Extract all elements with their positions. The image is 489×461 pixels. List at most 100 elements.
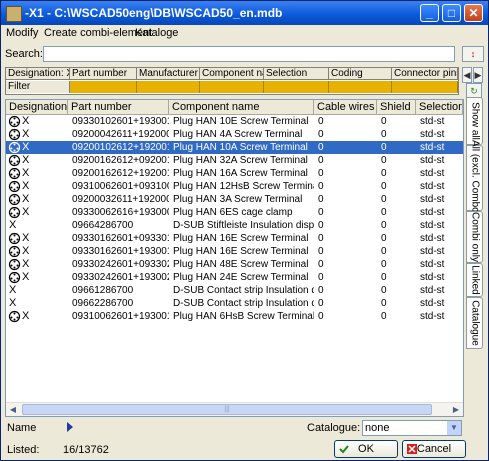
cell-designation: X	[8, 128, 66, 141]
table-row[interactable]: X 09662286700 D-SUB Contact strip Insulati…	[6, 297, 463, 310]
title-bar[interactable]: -X1 - C:\WSCAD50eng\DB\WSCAD50_en.mdb _ …	[1, 1, 488, 25]
cell-cable-wires: 0	[318, 194, 324, 205]
table-row[interactable]: X 09200162612+19200161 Plug HAN 16A Screw …	[6, 167, 463, 180]
tab-catalogue[interactable]: Catalogue	[466, 297, 483, 349]
table-row[interactable]: X 09664286700 D-SUB Stiftleiste Insulation…	[6, 219, 463, 232]
scroll-right-icon[interactable]: ▶	[449, 403, 463, 416]
filter-right-arrow-icon[interactable]: ▶	[473, 67, 483, 83]
cell-cable-wires: 0	[318, 181, 324, 192]
cell-component-name: Plug HAN 48E Screw Terminal	[173, 259, 309, 270]
filter-col-part-number[interactable]: Part number	[70, 68, 137, 80]
cell-shield: 0	[381, 129, 387, 140]
col-selection[interactable]: Selection	[416, 100, 463, 115]
table-row[interactable]: X 09330242601+19300241 Plug HAN 24E Screw …	[6, 271, 463, 284]
sort-icon[interactable]: ↕	[462, 46, 484, 62]
filter-left-arrow-icon[interactable]: ◀	[462, 67, 472, 83]
filter-col-coding[interactable]: Coding	[329, 68, 392, 80]
catalogue-select[interactable]: none ▼	[362, 420, 462, 436]
plug-icon	[8, 245, 21, 258]
table-row[interactable]: X 09200162612+09200162 Plug HAN 32A Screw …	[6, 154, 463, 167]
table-row[interactable]: X 09330242601+09330242 Plug HAN 48E Screw …	[6, 258, 463, 271]
tab-linked-label: Linked	[469, 265, 481, 295]
minimize-button[interactable]: _	[420, 4, 439, 22]
plug-icon	[8, 141, 21, 154]
cell-cable-wires: 0	[318, 207, 324, 218]
table-row[interactable]: X 09330162601+19300161 Plug HAN 16E Screw …	[6, 245, 463, 258]
cell-shield: 0	[381, 142, 387, 153]
chevron-down-icon[interactable]: ▼	[447, 421, 461, 435]
col-cable-wires[interactable]: Cable wires	[314, 100, 377, 115]
cell-component-name: Plug HAN 10E Screw Terminal	[173, 116, 309, 127]
col-shield[interactable]: Shield	[377, 100, 416, 115]
filter-cell-part-number[interactable]	[70, 81, 137, 93]
close-button[interactable]: ✕	[464, 4, 483, 22]
table-row[interactable]: X 09330162601+09330162 Plug HAN 16E Screw …	[6, 232, 463, 245]
table-row[interactable]: X 09200102612+19200101 Plug HAN 10A Screw …	[6, 141, 463, 154]
search-row: Search: ↕	[1, 45, 488, 65]
filter-cell-manufacturer[interactable]	[137, 81, 200, 93]
table-row[interactable]: X 09330102601+19300101 Plug HAN 10E Screw …	[6, 115, 463, 128]
table-row[interactable]: X 09200042611+19200031 Plug HAN 4A Screw T…	[6, 128, 463, 141]
tab-linked[interactable]: Linked	[466, 263, 483, 297]
horizontal-scrollbar[interactable]: ◀ ||| ▶	[6, 402, 463, 416]
table-header: Designation Part number Component name C…	[6, 100, 463, 115]
search-input[interactable]	[43, 46, 455, 62]
cancel-button[interactable]: Cancel	[402, 440, 466, 458]
scroll-thumb[interactable]: |||	[22, 404, 432, 415]
filter-cell-component-name[interactable]	[200, 81, 264, 93]
cell-part-number: 09200032611+19200031	[72, 194, 169, 205]
cell-component-name: Plug HAN 32A Screw Terminal	[173, 155, 308, 166]
cell-part-number: 09664286700	[72, 220, 134, 231]
col-designation[interactable]: Designation	[6, 100, 68, 115]
tab-show-all[interactable]: Show all	[466, 97, 483, 145]
play-arrow-icon[interactable]	[67, 422, 73, 432]
cell-part-number: 09310062601+19300161	[72, 311, 169, 322]
table-row[interactable]: X 09200032611+19200031 Plug HAN 3A Screw T…	[6, 193, 463, 206]
cell-shield: 0	[381, 272, 387, 283]
table-row[interactable]: X 09310062601+19300161 Plug HAN 6HsB Screw…	[6, 310, 463, 323]
menu-modify[interactable]: Modify	[6, 27, 38, 39]
cell-shield: 0	[381, 220, 387, 231]
tab-all-excl-combo[interactable]: All (excl. Combo)	[466, 140, 483, 216]
ok-button[interactable]: OK	[334, 440, 398, 458]
plug-icon	[8, 128, 21, 141]
cell-designation: X	[8, 115, 66, 128]
cell-component-name: Plug HAN 16A Screw Terminal	[173, 168, 308, 179]
status-bar: Listed: 16/13762 OK Cancel	[1, 440, 488, 460]
cell-shield: 0	[381, 298, 387, 309]
filter-col-manufacturer[interactable]: Manufacturer	[137, 68, 200, 80]
cell-part-number: 09200042611+19200031	[72, 129, 169, 140]
filter-cell-coding[interactable]	[329, 81, 392, 93]
cell-component-name: Plug HAN 4A Screw Terminal	[173, 129, 303, 140]
filter-col-designation[interactable]: Designation: X	[6, 68, 70, 80]
scroll-left-icon[interactable]: ◀	[6, 403, 20, 416]
cell-component-name: Plug HAN 24E Screw Terminal	[173, 272, 309, 283]
cell-designation: X	[8, 180, 66, 193]
cell-part-number: 09661286700	[72, 285, 134, 296]
cell-designation: X	[8, 297, 66, 310]
cell-cable-wires: 0	[318, 155, 324, 166]
cell-component-name: Plug HAN 16E Screw Terminal	[173, 246, 309, 257]
tab-combi-only[interactable]: Combi only	[466, 211, 483, 263]
cell-shield: 0	[381, 246, 387, 257]
col-component-name[interactable]: Component name	[169, 100, 314, 115]
filter-cell-connector-pins[interactable]	[392, 81, 458, 93]
maximize-button[interactable]: □	[442, 4, 461, 22]
listed-count: 16/13762	[63, 444, 109, 456]
cell-designation: X	[8, 258, 66, 271]
filter-col-selection[interactable]: Selection	[264, 68, 329, 80]
filter-col-component-name[interactable]: Component nam	[200, 68, 264, 80]
cell-cable-wires: 0	[318, 298, 324, 309]
filter-grid: Designation: X Part number Manufacturer …	[5, 67, 459, 95]
plug-icon	[8, 154, 21, 167]
table-row[interactable]: X 09661286700 D-SUB Contact strip Insulati…	[6, 284, 463, 297]
col-part-number[interactable]: Part number	[68, 100, 169, 115]
cell-part-number: 09330062616+19300061	[72, 207, 169, 218]
designation-text: X	[22, 115, 30, 127]
table-row[interactable]: X 09310062601+09310062 Plug HAN 12HsB Scre…	[6, 180, 463, 193]
filter-cell-selection[interactable]	[264, 81, 329, 93]
table-row[interactable]: X 09330062616+19300061 Plug HAN 6ES cage c…	[6, 206, 463, 219]
filter-col-connector-pins[interactable]: Connector pins	[392, 68, 458, 80]
menu-kataloge[interactable]: Kataloge	[135, 27, 178, 39]
tab-combi-only-label: Combi only	[469, 211, 481, 263]
